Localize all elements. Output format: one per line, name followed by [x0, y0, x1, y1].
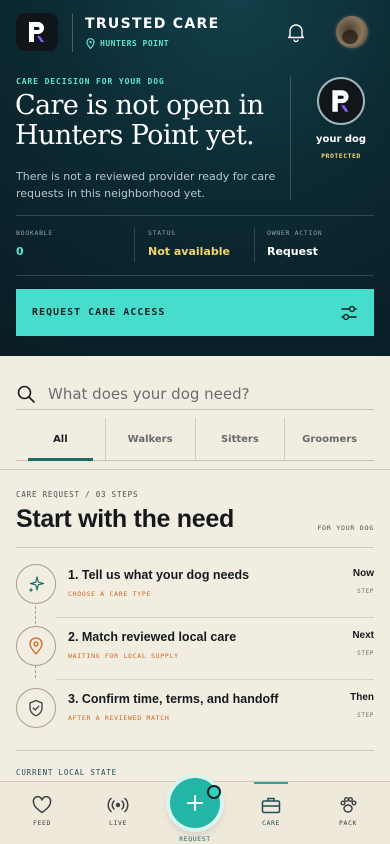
paw-logo-icon[interactable]: [16, 13, 58, 51]
step-item-2[interactable]: 2. Match reviewed local care WAITING FOR…: [16, 618, 374, 680]
nav-item-feed[interactable]: FEED: [9, 782, 75, 844]
current-local-state-label: CURRENT LOCAL STATE: [16, 768, 117, 777]
tab-all[interactable]: All: [16, 418, 106, 461]
hero-description: There is not a reviewed provider ready f…: [16, 170, 276, 200]
stats-top-divider: [16, 215, 374, 216]
request-care-access-button[interactable]: REQUEST CARE ACCESS: [16, 289, 374, 336]
nav-label: PACK: [338, 819, 358, 827]
stat-status: STATUS Not available: [148, 229, 230, 258]
step-title: 3. Confirm time, terms, and handoff: [68, 692, 279, 706]
search-bar[interactable]: [16, 378, 374, 410]
nav-label: LIVE: [108, 819, 128, 827]
for-your-dog-label: FOR YOUR DOG: [317, 524, 374, 532]
section-title: Start with the need: [16, 505, 234, 533]
care-request-eyebrow: CARE REQUEST / 03 STEPS: [16, 490, 139, 499]
step-timing: Now: [352, 568, 374, 579]
tab-sitters[interactable]: Sitters: [196, 418, 286, 460]
section-divider: [0, 469, 390, 470]
location-indicator[interactable]: HUNTERS POINT: [86, 38, 169, 49]
steps-divider: [16, 547, 374, 548]
step-title: 2. Match reviewed local care: [68, 630, 237, 644]
stat-value: Request: [267, 245, 318, 258]
stat-divider: [134, 228, 135, 262]
brand-divider: [72, 14, 73, 52]
stat-value: 0: [16, 245, 24, 258]
step-label: STEP: [357, 650, 374, 657]
user-avatar[interactable]: [334, 14, 370, 50]
step-timing: Then: [350, 692, 374, 703]
notification-dot: [207, 785, 221, 799]
hero-eyebrow: CARE DECISION FOR YOUR DOG: [16, 77, 165, 86]
paw-logo-icon: [332, 90, 349, 112]
stat-divider: [254, 228, 255, 262]
sliders-icon: [341, 305, 357, 320]
dog-profile-badge[interactable]: [317, 77, 365, 125]
hero-panel: TRUSTED CARE HUNTERS POINT CARE DECISION…: [0, 0, 390, 356]
location-label: HUNTERS POINT: [100, 39, 170, 48]
step-item-3[interactable]: 3. Confirm time, terms, and handoff AFTE…: [16, 680, 374, 742]
tab-walkers[interactable]: Walkers: [106, 418, 196, 460]
step-item-1[interactable]: 1. Tell us what your dog needs CHOOSE A …: [16, 556, 374, 618]
stat-bookable: BOOKABLE 0: [16, 229, 53, 258]
nav-label: FEED: [32, 819, 52, 827]
nav-item-care[interactable]: CARE: [238, 782, 304, 844]
broadcast-icon: [107, 797, 129, 813]
stat-value: Not available: [148, 245, 230, 258]
step-subtitle: CHOOSE A CARE TYPE: [68, 590, 152, 598]
stat-label: BOOKABLE: [16, 229, 53, 237]
stat-label: OWNER ACTION: [267, 229, 323, 237]
stat-owner-action: OWNER ACTION Request: [267, 229, 322, 258]
search-icon: [17, 385, 35, 403]
sparkle-icon: [16, 564, 56, 604]
step-title: 1. Tell us what your dog needs: [68, 568, 250, 582]
step-subtitle: AFTER A REVIEWED MATCH: [68, 714, 170, 722]
hero-divider: [290, 76, 291, 200]
step-label: STEP: [357, 588, 374, 595]
location-pin-icon: [86, 38, 95, 49]
shield-check-icon: [16, 688, 56, 728]
paw-icon: [340, 797, 357, 813]
fab-label: REQUEST: [179, 835, 211, 843]
briefcase-icon: [261, 797, 281, 814]
heart-icon: [32, 796, 52, 814]
plus-icon: [187, 795, 203, 811]
stats-bottom-divider: [16, 275, 374, 276]
bell-icon[interactable]: [285, 21, 307, 43]
nav-item-live[interactable]: LIVE: [85, 782, 151, 844]
category-tabs: All Walkers Sitters Groomers: [16, 418, 374, 461]
dog-name: your dog: [315, 134, 367, 145]
step-timing: Next: [352, 630, 374, 641]
step-label: STEP: [357, 712, 374, 719]
hero-headline: Care is not open in Hunters Point yet.: [15, 90, 264, 151]
step-subtitle: WAITING FOR LOCAL SUPPLY: [68, 652, 179, 660]
local-state-divider: [16, 750, 374, 751]
cta-label: REQUEST CARE ACCESS: [32, 307, 166, 318]
app-title: TRUSTED CARE: [85, 16, 220, 32]
tab-groomers[interactable]: Groomers: [285, 418, 374, 460]
search-input[interactable]: [48, 384, 368, 403]
dog-status-badge: PROTECTED: [321, 152, 361, 160]
map-pin-icon: [16, 626, 56, 666]
top-bar: TRUSTED CARE HUNTERS POINT: [0, 0, 390, 64]
nav-label: CARE: [261, 819, 281, 827]
stat-label: STATUS: [148, 229, 176, 237]
nav-item-pack[interactable]: PACK: [315, 782, 381, 844]
